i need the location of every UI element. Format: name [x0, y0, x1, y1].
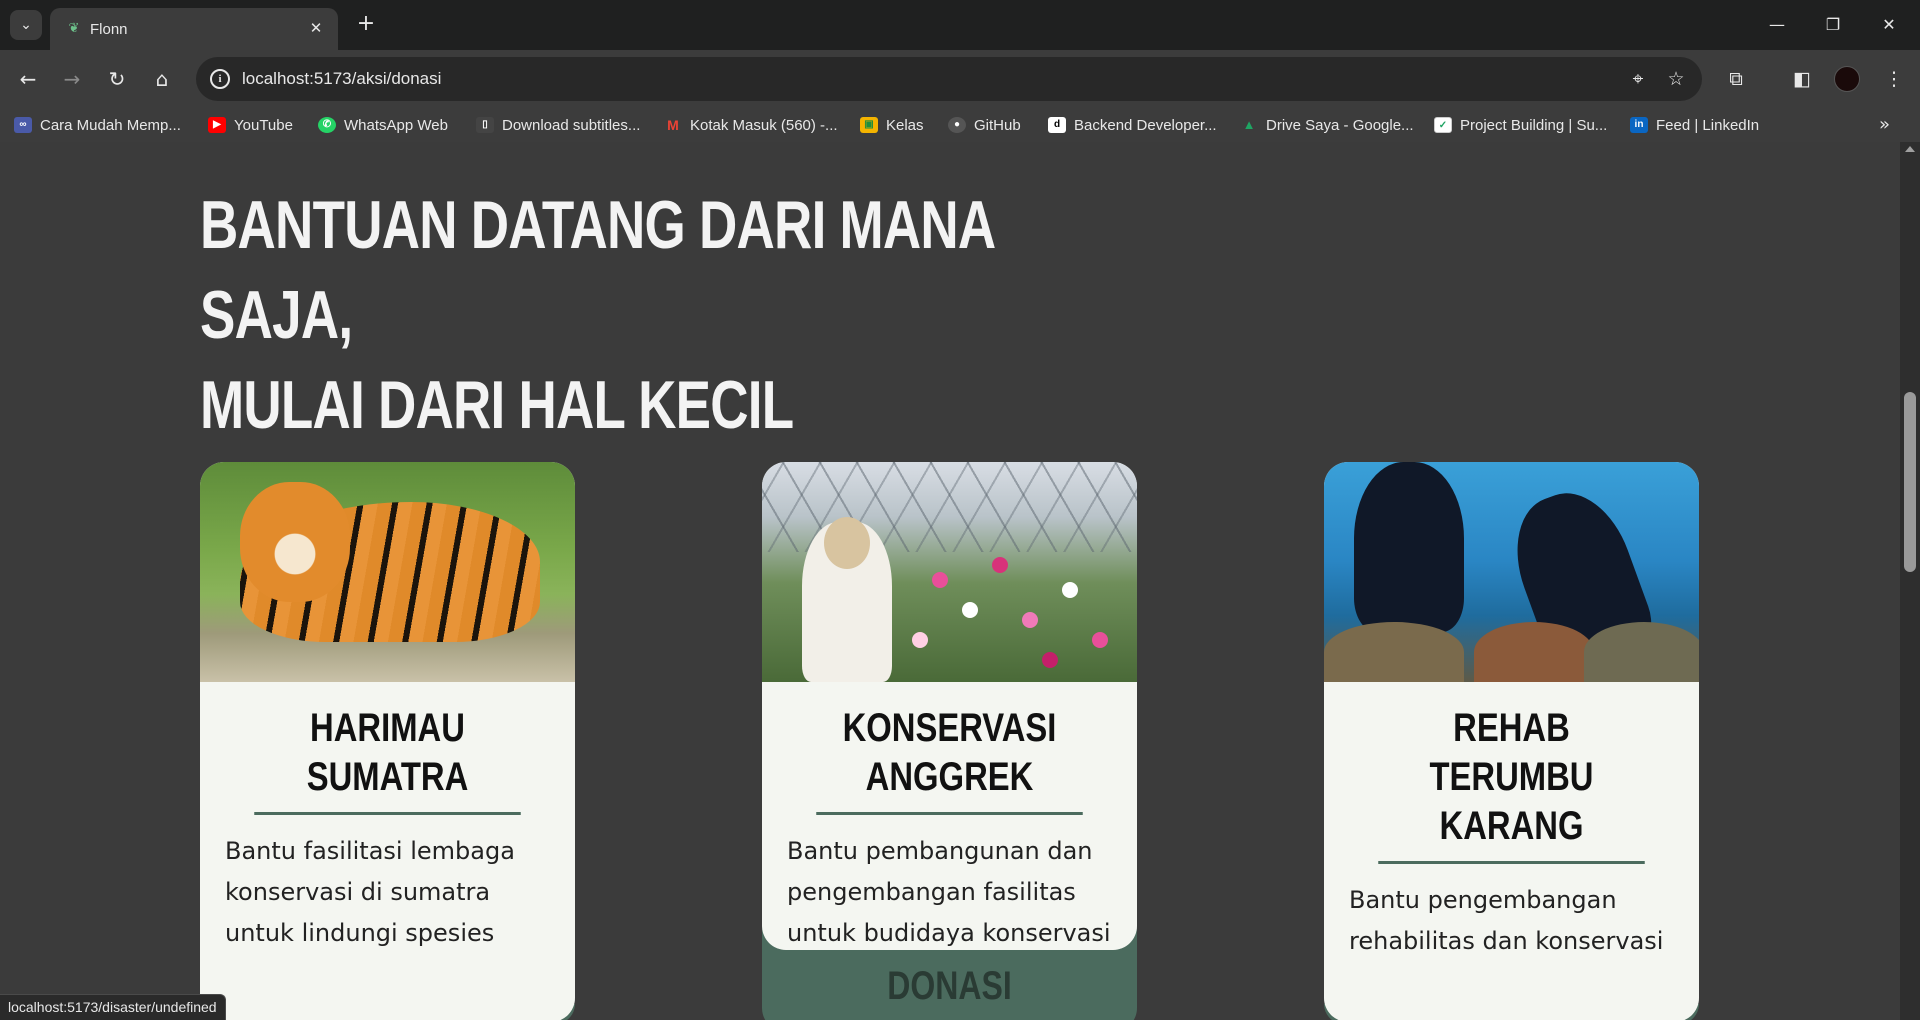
- flonn-favicon-icon: ❦: [68, 21, 80, 36]
- bookmark-label: Drive Saya - Google...: [1266, 116, 1414, 134]
- extensions-icon[interactable]: ⧉: [1720, 63, 1752, 95]
- bookmark-label: Kotak Masuk (560) -...: [690, 116, 838, 134]
- bookmark-item[interactable]: ▲ Drive Saya - Google...: [1240, 114, 1414, 136]
- bookmark-item[interactable]: ✓ Project Building | Su...: [1434, 114, 1607, 136]
- status-bar-url: localhost:5173/disaster/undefined: [0, 994, 226, 1020]
- bookmark-star-icon[interactable]: ☆: [1664, 67, 1688, 91]
- tab-title: Flonn: [90, 21, 128, 38]
- address-bar[interactable]: i localhost:5173/aksi/donasi ⌖ ☆: [196, 57, 1702, 101]
- tab-search-button[interactable]: ⌄: [10, 10, 42, 40]
- bookmark-item[interactable]: ∞ Cara Mudah Memp...: [14, 114, 181, 136]
- minimize-button[interactable]: —: [1754, 10, 1800, 40]
- url-text[interactable]: localhost:5173/aksi/donasi: [242, 69, 441, 89]
- link-icon: ∞: [14, 117, 32, 133]
- card-harimau-sumatra[interactable]: HARIMAU SUMATRA Bantu fasilitasi lembaga…: [200, 462, 575, 1020]
- card-konservasi-anggrek[interactable]: KONSERVASI ANGGREK Bantu pembangunan dan…: [762, 462, 1137, 950]
- back-button[interactable]: ←: [12, 63, 44, 95]
- restore-button[interactable]: ❐: [1810, 10, 1856, 40]
- github-icon: ●: [948, 117, 966, 133]
- reload-button[interactable]: ↻: [101, 63, 133, 95]
- bookmark-item[interactable]: M Kotak Masuk (560) -...: [664, 114, 838, 136]
- donation-page: BANTUAN DATANG DARI MANA SAJA, MULAI DAR…: [0, 142, 1920, 1020]
- bookmark-label: WhatsApp Web: [344, 116, 448, 134]
- tab-flonn[interactable]: ❦ Flonn ✕: [50, 8, 338, 50]
- forward-button[interactable]: →: [56, 63, 88, 95]
- heading-line-2: MULAI DARI HAL KECIL: [200, 367, 794, 443]
- home-icon: ⌂: [155, 67, 169, 91]
- bookmark-label: Backend Developer...: [1074, 116, 1217, 134]
- card-description: Bantu pengembangan rehabilitas dan konse…: [1349, 886, 1664, 955]
- more-menu-icon[interactable]: ⋮: [1878, 63, 1910, 95]
- scroll-up-arrow-icon[interactable]: [1905, 146, 1915, 152]
- arrow-right-icon: →: [63, 67, 81, 91]
- card-title: REHAB TERUMBU KARANG: [1378, 704, 1645, 864]
- location-pin-icon[interactable]: ⌖: [1626, 67, 1650, 91]
- window-close-button[interactable]: ✕: [1866, 10, 1912, 40]
- chevron-down-icon: ⌄: [20, 17, 32, 33]
- bookmark-item[interactable]: ▯ Download subtitles...: [476, 114, 640, 136]
- bookmark-label: GitHub: [974, 116, 1021, 134]
- gmail-icon: M: [664, 117, 682, 133]
- bookmark-label: YouTube: [234, 116, 293, 134]
- project-icon: ✓: [1434, 117, 1452, 133]
- orchid-photo: [762, 462, 1137, 682]
- close-icon[interactable]: ✕: [306, 18, 326, 38]
- drive-icon: ▲: [1240, 117, 1258, 133]
- tiger-photo: [200, 462, 575, 682]
- card-title: KONSERVASI ANGGREK: [816, 704, 1083, 815]
- side-panel-icon[interactable]: ◧: [1786, 63, 1818, 95]
- linkedin-icon: in: [1630, 117, 1648, 133]
- card-rehab-terumbu-karang[interactable]: REHAB TERUMBU KARANG Bantu pengembangan …: [1324, 462, 1699, 1020]
- bookmark-item[interactable]: ▶ YouTube: [208, 114, 293, 136]
- classroom-icon: ▣: [860, 117, 878, 133]
- bookmark-item[interactable]: d Backend Developer...: [1048, 114, 1217, 136]
- card-description: Bantu fasilitasi lembaga konservasi di s…: [225, 837, 515, 947]
- dicoding-icon: d: [1048, 117, 1066, 133]
- bookmark-label: Project Building | Su...: [1460, 116, 1608, 134]
- bookmark-label: Kelas: [886, 116, 924, 134]
- new-tab-button[interactable]: +: [352, 12, 380, 38]
- heading-line-1: BANTUAN DATANG DARI MANA SAJA,: [200, 187, 994, 353]
- bookmark-item[interactable]: ● GitHub: [948, 114, 1021, 136]
- page-icon: ▯: [476, 117, 494, 133]
- arrow-left-icon: ←: [19, 67, 37, 91]
- bookmark-item[interactable]: ✆ WhatsApp Web: [318, 114, 448, 136]
- home-button[interactable]: ⌂: [146, 63, 178, 95]
- more-bookmarks-icon[interactable]: »: [1879, 114, 1890, 135]
- card-description: Bantu pembangunan dan pengembangan fasil…: [787, 837, 1111, 947]
- coral-reef-photo: [1324, 462, 1699, 682]
- tab-strip: ⌄ ❦ Flonn ✕ + — ❐ ✕: [0, 0, 1920, 50]
- bookmarks-bar: ∞ Cara Mudah Memp... ▶ YouTube ✆ WhatsApp W…: [0, 108, 1920, 142]
- profile-avatar[interactable]: [1834, 66, 1860, 92]
- reload-icon: ↻: [108, 67, 126, 91]
- scroll-thumb[interactable]: [1904, 392, 1916, 572]
- card-title: HARIMAU SUMATRA: [254, 704, 521, 815]
- youtube-icon: ▶: [208, 117, 226, 133]
- bookmark-label: Feed | LinkedIn: [1656, 116, 1760, 134]
- browser-toolbar: ← → ↻ ⌂ i localhost:5173/aksi/donasi ⌖ ☆…: [0, 50, 1920, 108]
- whatsapp-icon: ✆: [318, 117, 336, 133]
- bookmark-item[interactable]: ▣ Kelas: [860, 114, 924, 136]
- donate-label[interactable]: DONASI: [800, 964, 1100, 1009]
- page-scrollbar[interactable]: [1900, 142, 1920, 1020]
- bookmark-label: Download subtitles...: [502, 116, 641, 134]
- page-heading: BANTUAN DATANG DARI MANA SAJA, MULAI DAR…: [200, 180, 1058, 450]
- bookmark-label: Cara Mudah Memp...: [40, 116, 181, 134]
- site-info-icon[interactable]: i: [210, 69, 230, 89]
- bookmark-item[interactable]: in Feed | LinkedIn: [1630, 114, 1759, 136]
